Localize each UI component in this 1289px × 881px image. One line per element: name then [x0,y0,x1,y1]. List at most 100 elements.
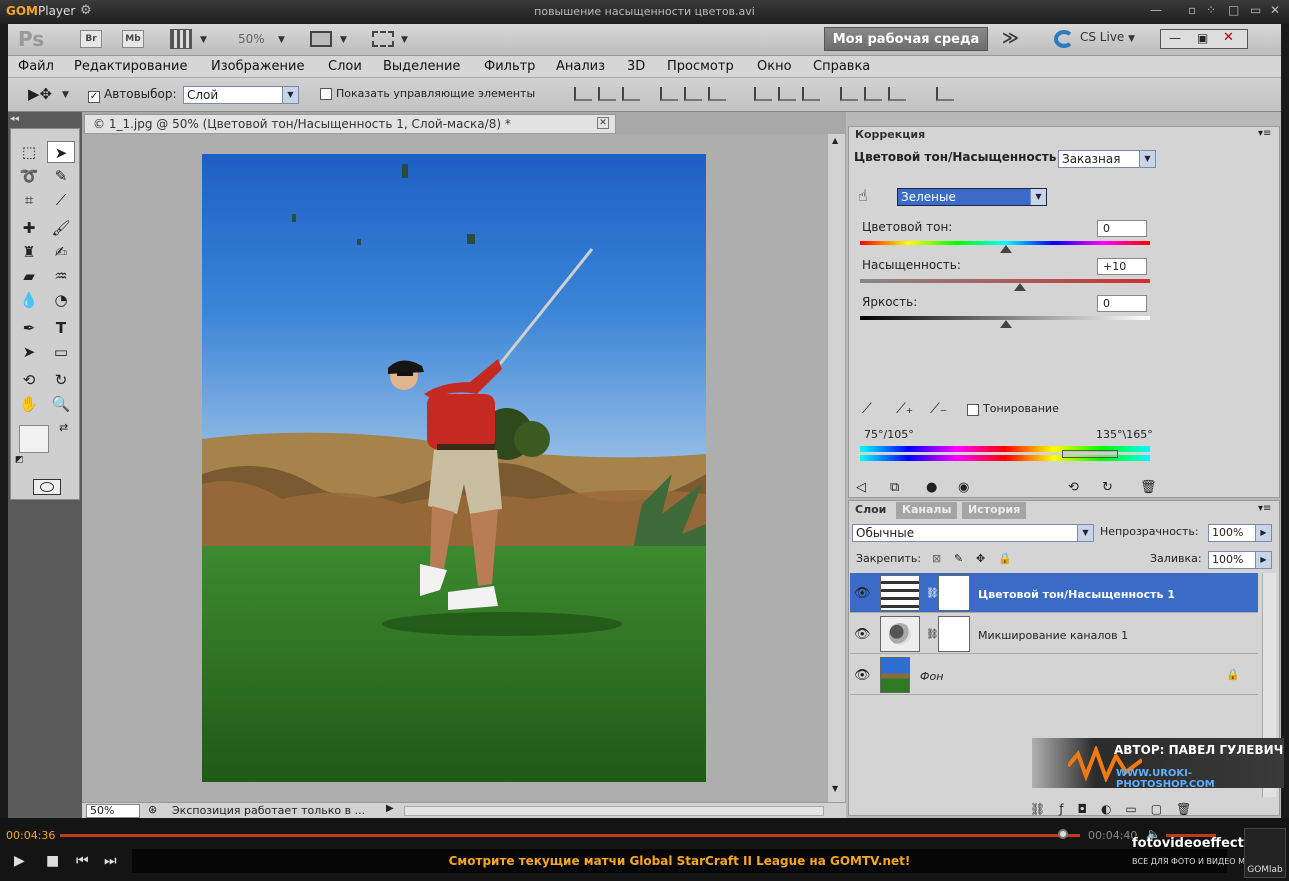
menu-layers[interactable]: Слои [328,59,362,74]
link-chain-icon[interactable]: ⛓ [926,588,939,599]
swap-colors-icon[interactable]: ⇄ [59,421,68,434]
blend-mode-dropdown[interactable]: Обычные ▼ [852,524,1094,542]
expand-view-icon[interactable]: ⧉ [890,480,899,495]
chevron-down-icon[interactable]: ▼ [340,35,347,45]
quick-select-tool-icon[interactable]: ✎ [47,165,75,187]
target-adjust-hand-icon[interactable]: ☝ [858,186,868,205]
workspace-button[interactable]: Моя рабочая среда [824,27,988,51]
eye-icon[interactable]: 👁 [854,586,871,601]
restore-icon[interactable]: ▭ [1250,3,1261,17]
hand-tool-icon[interactable]: ✋ [15,393,43,415]
layer-name-background[interactable]: Фон [920,670,943,683]
menu-edit[interactable]: Редактирование [74,59,187,74]
zoom-level[interactable]: 50% [238,32,265,46]
blur-tool-icon[interactable]: 💧 [15,289,43,311]
stop-button[interactable]: ■ [46,853,59,869]
saturation-slider-thumb[interactable] [1014,283,1026,291]
saturation-input[interactable]: +10 [1097,258,1147,275]
clone-stamp-icon[interactable]: ♜ [15,241,43,263]
preset-dropdown[interactable]: Заказная ▼ [1058,150,1156,168]
menu-analysis[interactable]: Анализ [556,59,605,74]
vertical-scrollbar[interactable]: ▲ ▼ [827,134,845,802]
distribute-bottom-icon[interactable] [802,87,820,101]
distribute-left-icon[interactable] [840,87,858,101]
layer-name-hue-saturation[interactable]: Цветовой тон/Насыщенность 1 [978,588,1175,601]
menu-file[interactable]: Файл [18,59,54,74]
status-info-icon[interactable]: ⊛ [148,803,157,816]
3d-rotate-icon[interactable]: ⟲ [15,369,43,391]
close-button[interactable]: ✕ [1270,3,1280,17]
lightness-slider-thumb[interactable] [1000,320,1012,328]
ps-close-button[interactable]: ✕ [1223,30,1234,45]
lock-position-icon[interactable]: ✥ [976,552,985,565]
eye-icon[interactable]: 👁 [854,627,871,642]
move-tool-icon[interactable]: ➤ [47,141,75,163]
opacity-input[interactable]: 100% ▶ [1208,524,1272,542]
marquee-tool-icon[interactable]: ⬚ [15,141,43,163]
status-zoom[interactable]: 50% [86,804,140,818]
saturation-slider[interactable] [860,279,1150,283]
layer-name-channel-mixer[interactable]: Микширование каналов 1 [978,629,1128,642]
distribute-hcenter-icon[interactable] [864,87,882,101]
eyedropper-minus-icon[interactable]: ⟋₋ [930,401,947,417]
menu-3d[interactable]: 3D [627,59,645,74]
ticker-banner[interactable]: Смотрите текущие матчи Global StarCraft … [132,849,1227,873]
layers-footer-icons[interactable]: ⛓ƒ◘◐▭▢🗑 [1030,802,1205,816]
arrange-documents-icon[interactable] [310,31,332,47]
range-selector[interactable] [1062,450,1118,458]
lasso-tool-icon[interactable]: ➰ [15,165,43,187]
status-arrow-icon[interactable]: ▶ [386,803,394,814]
history-brush-icon[interactable]: ✍ [47,241,75,263]
menu-select[interactable]: Выделение [383,59,460,74]
eyedropper-icon[interactable]: ⟋ [862,401,872,417]
film-icon[interactable] [170,29,192,49]
bridge-button[interactable]: Br [80,30,102,48]
mask-thumbnail[interactable] [938,575,970,611]
tab-correction[interactable]: Коррекция [849,127,932,144]
show-controls-checkbox[interactable] [320,88,332,103]
autoselect-checkbox[interactable]: ✓ [88,88,100,103]
previous-button[interactable]: ⏮ [76,853,89,869]
seek-bar[interactable] [60,834,1080,837]
align-top-icon[interactable] [574,87,592,101]
scroll-down-icon[interactable]: ▼ [832,784,838,793]
type-tool-icon[interactable]: T [47,317,75,339]
link-chain-icon[interactable]: ⛓ [926,629,939,640]
align-vcenter-icon[interactable] [598,87,616,101]
horizontal-scrollbar[interactable] [404,806,824,816]
chevron-down-icon[interactable]: ▼ [278,35,285,45]
scroll-up-icon[interactable]: ▲ [832,136,838,145]
ps-maximize-button[interactable]: ▣ [1197,31,1208,45]
menu-view[interactable]: Просмотр [667,59,734,74]
trash-icon[interactable]: 🗑 [1140,480,1157,495]
minimize-bar-icon[interactable]: — [1150,3,1162,17]
minimize-button[interactable]: ▫ [1188,3,1196,17]
distribute-right-icon[interactable] [888,87,906,101]
clip-layer-icon[interactable]: ● [926,480,937,495]
panel-menu-icon[interactable]: ▾≡ [1258,128,1271,139]
align-bottom-icon[interactable] [622,87,640,101]
screen-mode-icon[interactable] [372,31,394,47]
minibridge-button[interactable]: Mb [122,30,144,48]
auto-align-icon[interactable] [936,87,954,101]
brush-tool-icon[interactable]: 🖌 [47,217,75,239]
hue-input[interactable]: 0 [1097,220,1147,237]
lock-pixels-icon[interactable]: ✎ [954,552,963,565]
document-tab[interactable]: © 1_1.jpg @ 50% (Цветовой тон/Насыщеннос… [84,114,616,134]
maximize-button[interactable]: □ [1228,3,1239,17]
channel-dropdown[interactable]: Зеленые ▼ [897,188,1047,206]
return-icon[interactable]: ◁ [856,480,866,495]
autoselect-dropdown[interactable]: Слой ▼ [183,86,299,104]
previous-state-icon[interactable]: ⟲ [1068,480,1079,495]
zoom-tool-icon[interactable]: 🔍 [47,393,75,415]
layer-row-background[interactable] [850,655,1258,695]
eye-icon[interactable]: 👁 [854,668,871,683]
align-hcenter-icon[interactable] [684,87,702,101]
ps-minimize-button[interactable]: — [1169,31,1181,45]
distribute-vcenter-icon[interactable] [778,87,796,101]
eyedropper-tool-icon[interactable]: ⟋ [47,189,75,211]
crop-tool-icon[interactable]: ⌗ [15,189,43,211]
play-button[interactable]: ▶ [14,853,25,869]
double-chevron-icon[interactable]: ≫ [1002,28,1019,47]
cslive-menu[interactable]: CS Live ▼ [1080,30,1135,44]
